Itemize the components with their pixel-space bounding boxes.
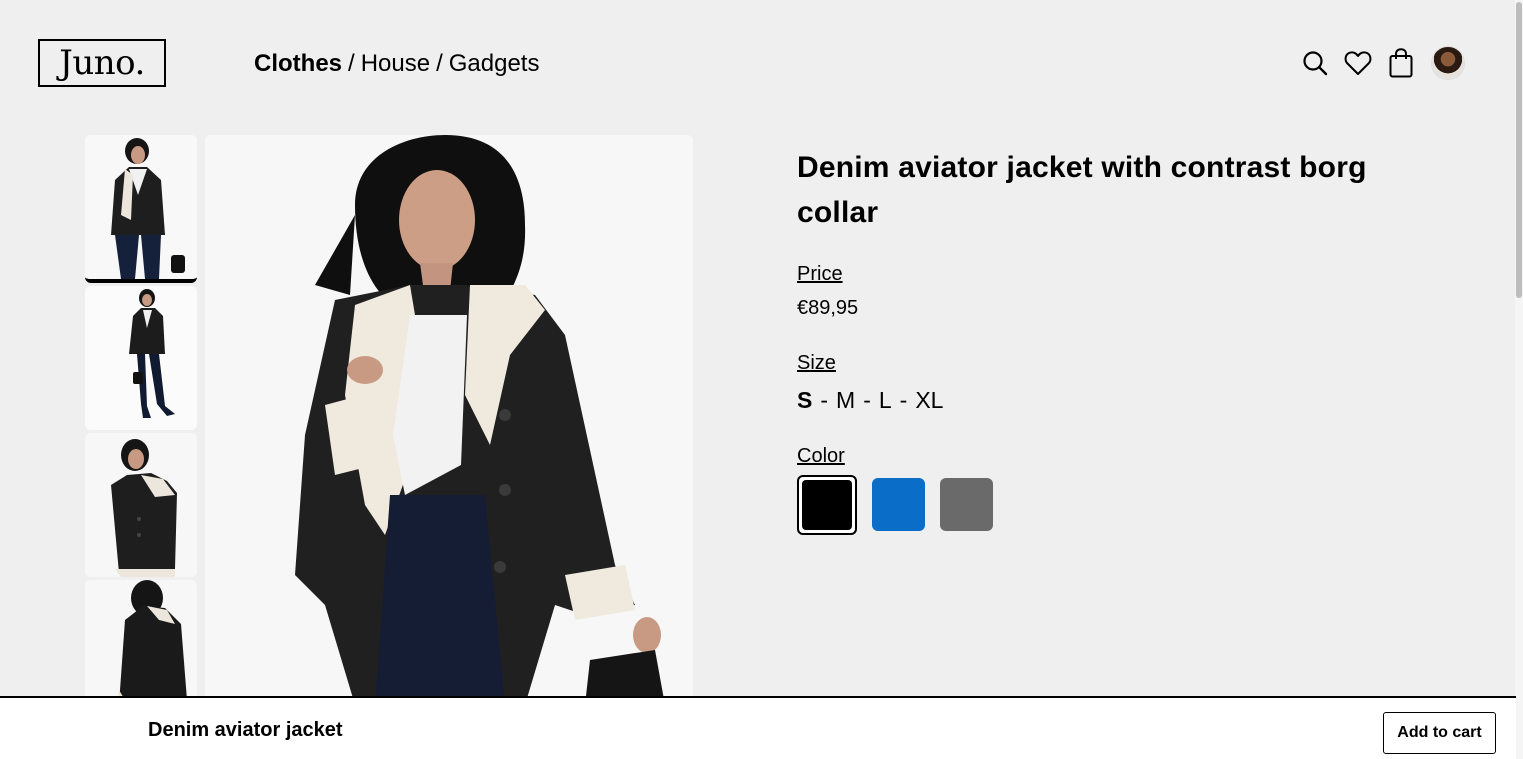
user-avatar[interactable] [1431, 46, 1465, 80]
color-selector [797, 475, 1437, 535]
price-label: Price [797, 263, 843, 285]
product-price: €89,95 [797, 297, 859, 319]
size-separator: - [863, 387, 871, 413]
color-swatch-blue[interactable] [872, 478, 925, 531]
color-swatch-gray[interactable] [940, 478, 993, 531]
nav-clothes[interactable]: Clothes [254, 50, 342, 77]
product-main-image[interactable] [205, 135, 693, 705]
gallery-thumbnail[interactable] [85, 433, 197, 577]
page-scrollbar[interactable] [1515, 0, 1523, 759]
size-option-s[interactable]: S [797, 385, 812, 415]
header-actions [1300, 46, 1465, 80]
shopping-bag-icon[interactable] [1386, 46, 1416, 80]
product-title: Denim aviator jacket with contrast borg … [797, 151, 1367, 229]
swatch-fill [802, 480, 852, 530]
nav-gadgets[interactable]: Gadgets [449, 50, 540, 77]
gallery-thumbnails [85, 135, 197, 727]
sticky-cart-bar: Denim aviator jacket Add to cart [0, 696, 1516, 759]
scrollbar-thumb[interactable] [1516, 2, 1522, 298]
size-separator: - [899, 387, 908, 413]
color-swatch-black[interactable] [797, 475, 857, 535]
gallery-thumbnail[interactable] [85, 286, 197, 430]
add-to-cart-button[interactable]: Add to cart [1383, 712, 1496, 754]
size-separator: - [820, 387, 829, 413]
sticky-product-name: Denim aviator jacket [148, 719, 343, 741]
category-nav: Clothes / House / Gadgets [254, 49, 539, 79]
nav-house[interactable]: House [361, 50, 430, 77]
brand-logo[interactable]: Juno. [38, 39, 166, 87]
nav-separator: / [348, 50, 355, 77]
heart-icon[interactable] [1343, 46, 1373, 80]
size-selector: S - M - L - XL [797, 385, 1437, 415]
size-option-l[interactable]: L [879, 385, 892, 415]
size-option-xl[interactable]: XL [915, 385, 943, 415]
nav-separator: / [436, 50, 443, 77]
color-label: Color [797, 445, 845, 467]
size-label: Size [797, 352, 836, 374]
size-option-m[interactable]: M [836, 385, 855, 415]
search-icon[interactable] [1300, 46, 1330, 80]
gallery-thumbnail[interactable] [85, 135, 197, 283]
product-info: Denim aviator jacket with contrast borg … [797, 145, 1437, 535]
